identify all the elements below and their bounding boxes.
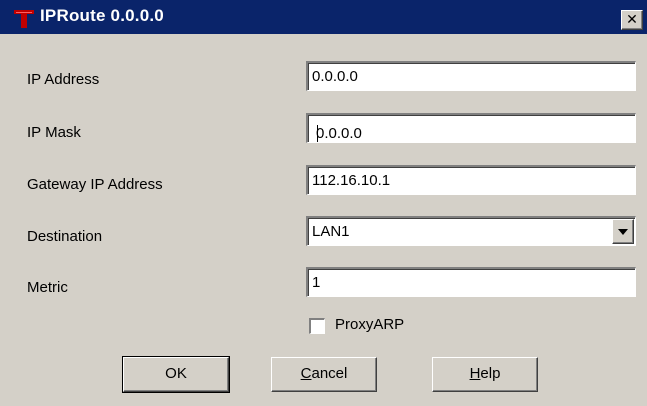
ok-button[interactable]: OK [122, 356, 230, 393]
ip-mask-value: 0.0.0.0 [316, 125, 362, 142]
title-bar[interactable]: IPRoute 0.0.0.0 ✕ [0, 0, 647, 34]
ip-address-value: 0.0.0.0 [312, 68, 358, 85]
cancel-button-label: Cancel [300, 365, 348, 382]
help-button[interactable]: Help [432, 357, 538, 392]
red-t-icon [14, 10, 34, 28]
ok-button-label: OK [165, 365, 187, 382]
metric-label: Metric [27, 279, 68, 296]
cancel-button[interactable]: Cancel [271, 357, 377, 392]
destination-label: Destination [27, 228, 103, 245]
gateway-value: 112.16.10.1 [312, 172, 391, 189]
destination-dropdown-button[interactable] [612, 219, 634, 244]
ip-address-field[interactable]: 0.0.0.0 [306, 61, 636, 91]
metric-field[interactable]: 1 [306, 267, 636, 297]
help-button-label: Help [469, 365, 501, 382]
gateway-label: Gateway IP Address [27, 176, 163, 193]
close-button[interactable]: ✕ [621, 10, 643, 30]
ip-mask-field[interactable]: 0.0.0.0 [306, 113, 636, 143]
chevron-down-icon [618, 229, 628, 235]
text-caret [317, 125, 318, 142]
destination-select[interactable]: LAN1 [306, 216, 636, 246]
window-title: IPRoute 0.0.0.0 [40, 6, 164, 25]
proxy-arp-label[interactable]: ProxyARP [335, 316, 404, 333]
metric-value: 1 [312, 274, 321, 291]
ip-mask-label: IP Mask [27, 124, 81, 141]
close-icon: ✕ [626, 12, 638, 28]
ip-route-dialog: IPRoute 0.0.0.0 ✕ IP Address 0.0.0.0 IP … [0, 0, 647, 406]
destination-value: LAN1 [312, 223, 350, 240]
proxy-arp-checkbox[interactable] [309, 318, 325, 334]
ip-address-label: IP Address [27, 71, 100, 88]
gateway-field[interactable]: 112.16.10.1 [306, 165, 636, 195]
